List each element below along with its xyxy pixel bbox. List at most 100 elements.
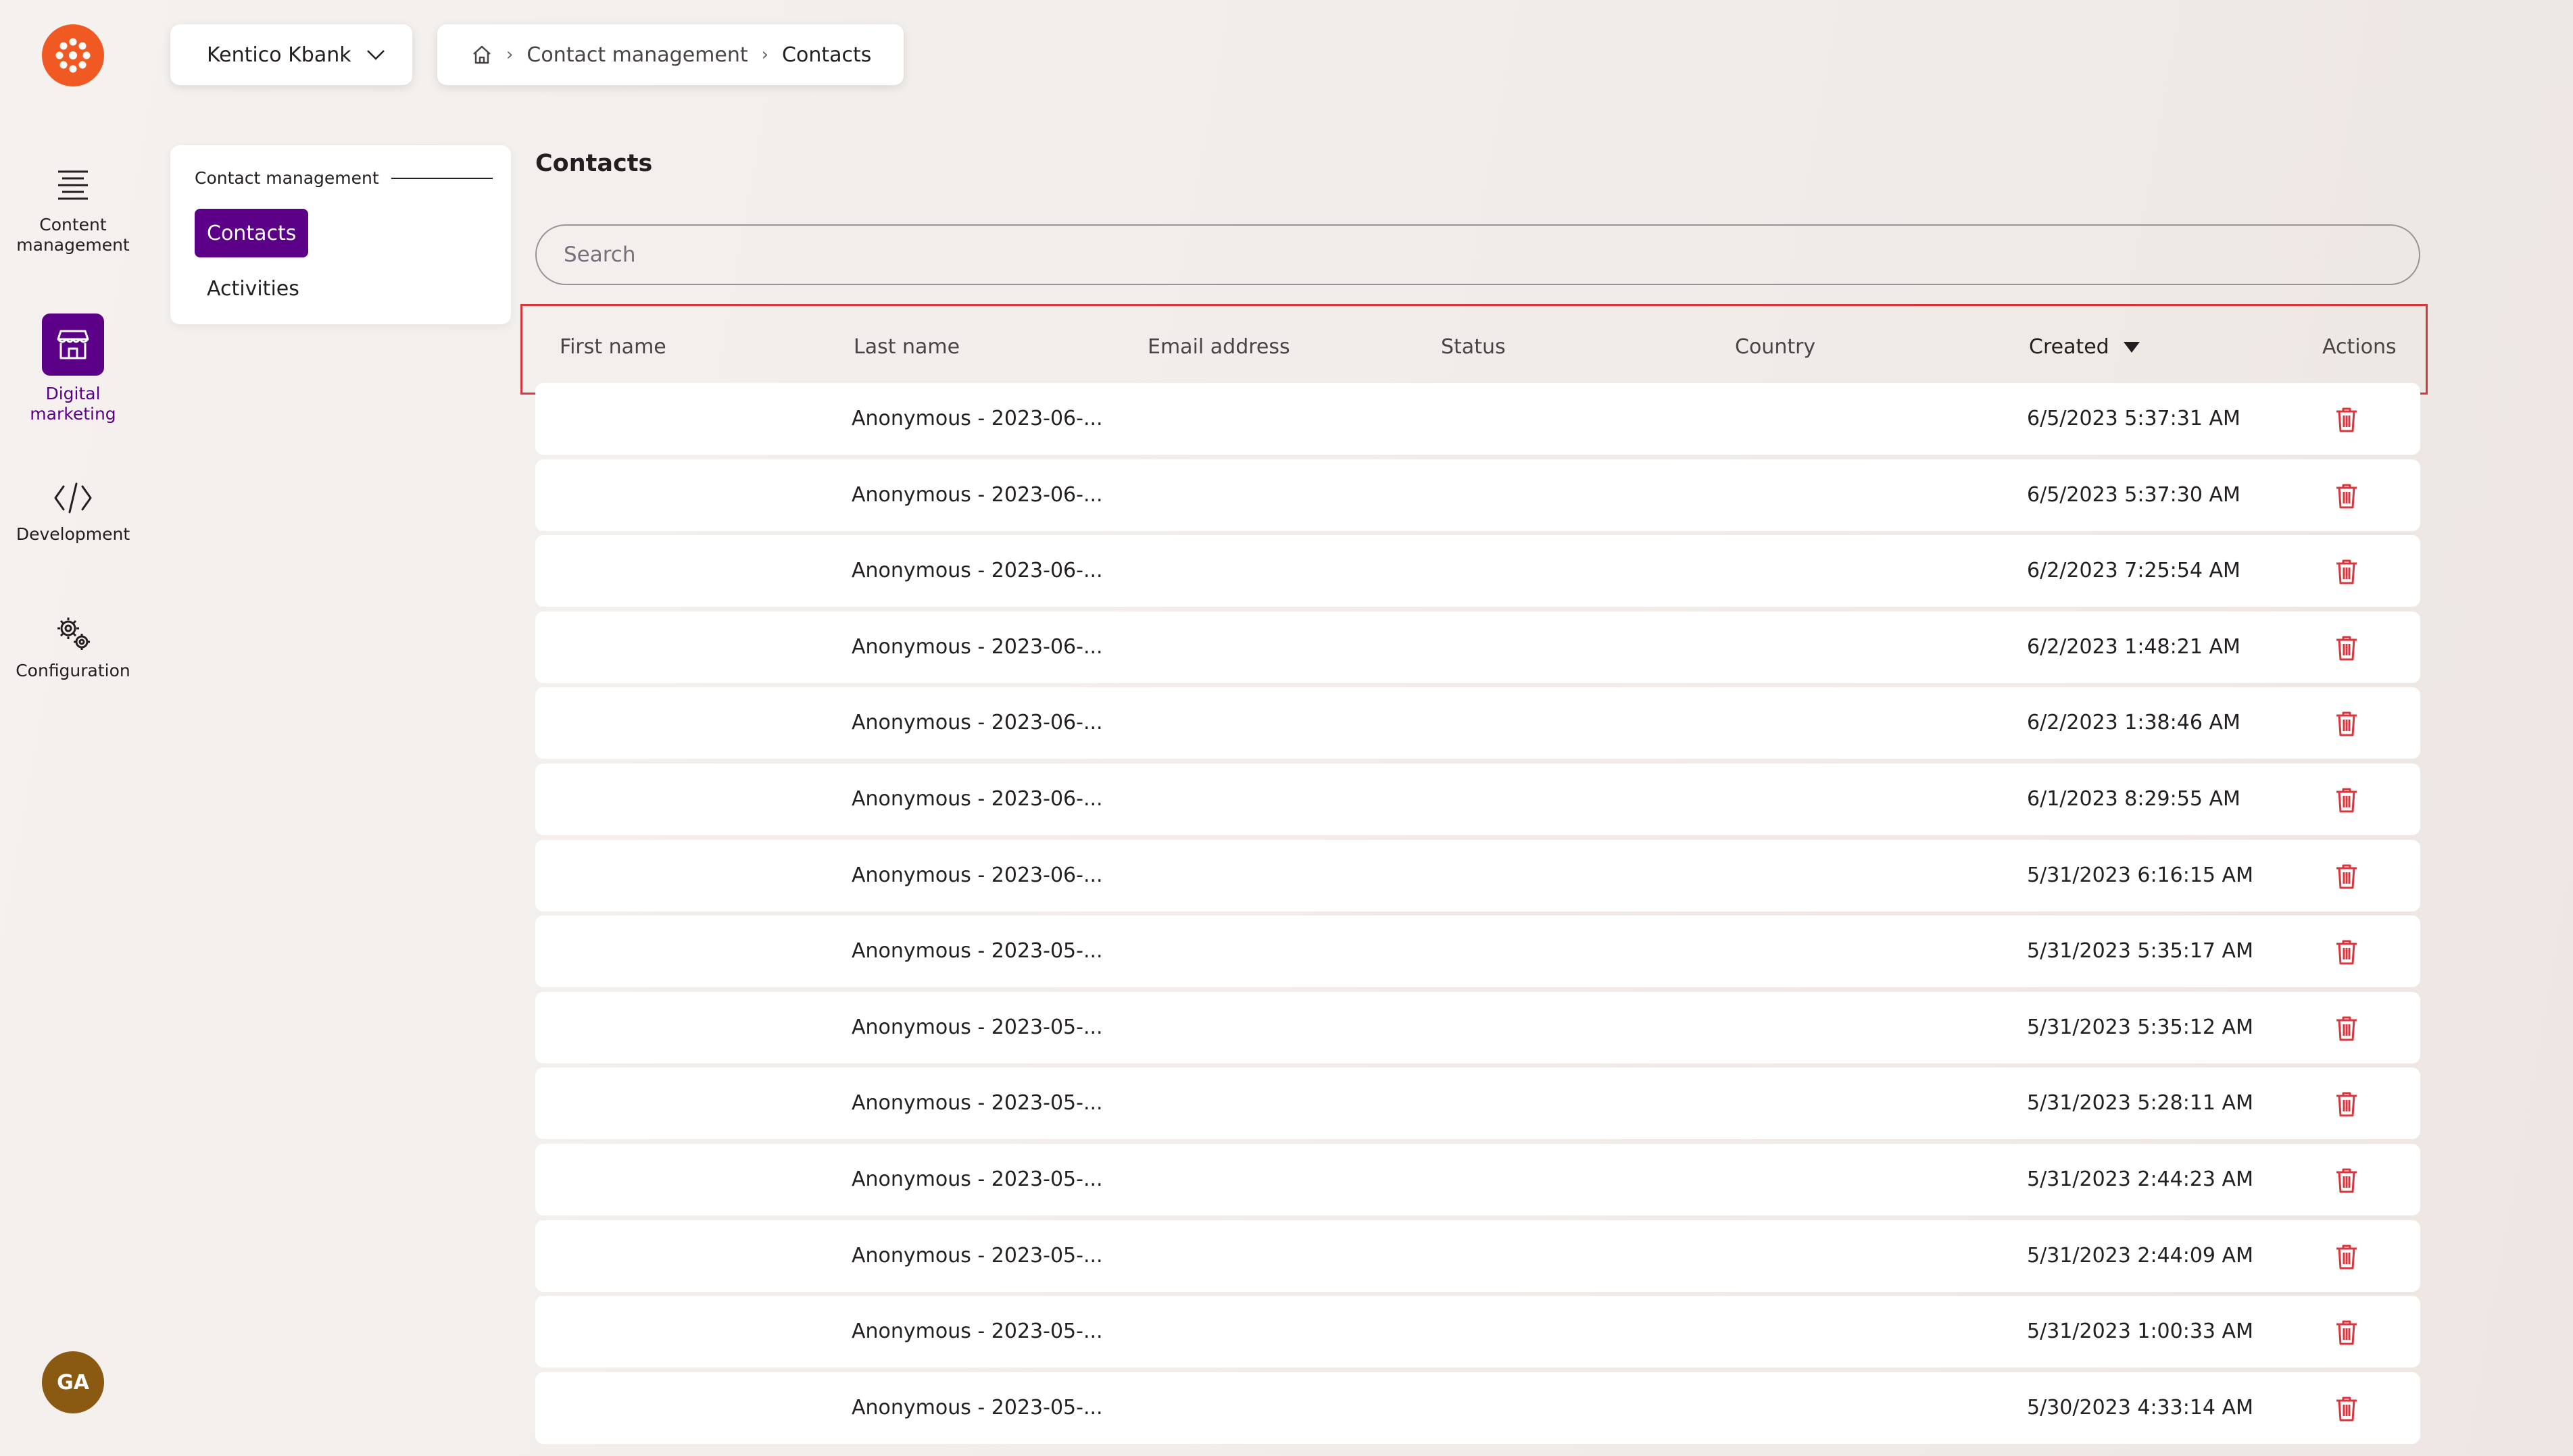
table-row[interactable]: Anonymous - 2023-06-... 6/2/2023 7:25:54 … bbox=[535, 535, 2420, 607]
rail-item-content-management[interactable]: Content management bbox=[0, 168, 146, 255]
breadcrumb-item-contact-management[interactable]: Contact management bbox=[526, 43, 748, 67]
table-row[interactable]: Anonymous - 2023-05-... 5/31/2023 5:28:11… bbox=[535, 1068, 2420, 1140]
sort-descending-icon bbox=[2123, 341, 2140, 353]
cell-created: 5/31/2023 2:44:09 AM bbox=[2027, 1243, 2253, 1267]
cell-last-name: Anonymous - 2023-05-... bbox=[852, 1395, 1103, 1420]
rail-item-label: Digital bbox=[45, 384, 101, 403]
breadcrumb: › Contact management › Contacts bbox=[437, 24, 904, 85]
rail-item-label: Development bbox=[16, 524, 130, 544]
cell-created: 6/2/2023 1:38:46 AM bbox=[2027, 711, 2240, 735]
delete-icon[interactable] bbox=[2334, 482, 2359, 509]
rail-item-configuration[interactable]: Configuration bbox=[0, 615, 146, 681]
cell-created: 5/31/2023 1:00:33 AM bbox=[2027, 1320, 2253, 1344]
table-row[interactable]: Anonymous - 2023-06-... 5/31/2023 6:16:15… bbox=[535, 839, 2420, 911]
section-menu: Contact management Contacts Activities bbox=[170, 145, 511, 324]
cell-last-name: Anonymous - 2023-06-... bbox=[852, 407, 1103, 430]
rail-item-label: marketing bbox=[30, 404, 116, 424]
page-title: Contacts bbox=[535, 150, 653, 177]
cell-created: 6/5/2023 5:37:31 AM bbox=[2027, 407, 2240, 430]
cell-last-name: Anonymous - 2023-05-... bbox=[852, 1168, 1103, 1191]
cell-last-name: Anonymous - 2023-06-... bbox=[852, 863, 1103, 887]
cell-created: 6/2/2023 1:48:21 AM bbox=[2027, 634, 2240, 659]
table-row[interactable]: Anonymous - 2023-05-... 5/31/2023 1:00:33… bbox=[535, 1296, 2420, 1368]
table-column-header: First name Last name Email address Statu… bbox=[520, 304, 2428, 395]
cell-last-name: Anonymous - 2023-05-... bbox=[852, 1015, 1103, 1039]
column-header-first-name[interactable]: First name bbox=[560, 335, 666, 359]
table-row[interactable]: Anonymous - 2023-06-... 6/2/2023 1:38:46 … bbox=[535, 687, 2420, 759]
table-row[interactable]: Anonymous - 2023-05-... 5/31/2023 5:35:12… bbox=[535, 991, 2420, 1063]
column-header-status[interactable]: Status bbox=[1441, 335, 1506, 359]
delete-icon[interactable] bbox=[2334, 1319, 2359, 1346]
delete-icon[interactable] bbox=[2334, 863, 2359, 890]
column-header-actions: Actions bbox=[2322, 335, 2397, 359]
delete-icon[interactable] bbox=[2334, 710, 2359, 737]
breadcrumb-item-contacts: Contacts bbox=[782, 43, 872, 67]
store-icon bbox=[42, 313, 104, 376]
cell-created: 6/5/2023 5:37:30 AM bbox=[2027, 482, 2240, 507]
search-input[interactable] bbox=[535, 224, 2420, 285]
table-row[interactable]: Anonymous - 2023-06-... 6/1/2023 8:29:55 … bbox=[535, 763, 2420, 835]
column-header-last-name[interactable]: Last name bbox=[854, 335, 960, 359]
rail-item-label: Configuration bbox=[16, 661, 130, 680]
cell-created: 5/31/2023 5:35:17 AM bbox=[2027, 939, 2253, 963]
table-row[interactable]: Anonymous - 2023-06-... 6/5/2023 5:37:30 … bbox=[535, 459, 2420, 531]
cell-created: 5/31/2023 5:35:12 AM bbox=[2027, 1015, 2253, 1039]
rail-item-label: management bbox=[16, 235, 130, 255]
cell-last-name: Anonymous - 2023-06-... bbox=[852, 711, 1103, 735]
table-row[interactable]: Anonymous - 2023-05-... 5/31/2023 5:35:17… bbox=[535, 915, 2420, 988]
content-icon bbox=[58, 170, 88, 200]
cell-last-name: Anonymous - 2023-05-... bbox=[852, 1320, 1103, 1344]
menu-item-activities[interactable]: Activities bbox=[195, 264, 312, 313]
delete-icon[interactable] bbox=[2334, 938, 2359, 965]
kentico-logo-icon[interactable] bbox=[42, 24, 104, 86]
section-menu-heading-label: Contact management bbox=[195, 168, 379, 188]
delete-icon[interactable] bbox=[2334, 1015, 2359, 1042]
cell-created: 5/31/2023 2:44:23 AM bbox=[2027, 1168, 2253, 1191]
table-row[interactable]: Anonymous - 2023-06-... 6/2/2023 1:48:21 … bbox=[535, 611, 2420, 683]
column-header-country[interactable]: Country bbox=[1735, 335, 1815, 359]
delete-icon[interactable] bbox=[2334, 634, 2359, 661]
divider bbox=[391, 177, 493, 179]
chevron-right-icon: › bbox=[761, 45, 769, 65]
delete-icon[interactable] bbox=[2334, 406, 2359, 433]
column-header-created[interactable]: Created bbox=[2029, 335, 2140, 359]
delete-icon[interactable] bbox=[2334, 1090, 2359, 1118]
delete-icon[interactable] bbox=[2334, 786, 2359, 813]
cell-last-name: Anonymous - 2023-06-... bbox=[852, 559, 1103, 583]
user-avatar[interactable]: GA bbox=[42, 1351, 104, 1413]
gears-icon bbox=[57, 618, 90, 650]
cell-created: 5/30/2023 4:33:14 AM bbox=[2027, 1395, 2253, 1420]
delete-icon[interactable] bbox=[2334, 1167, 2359, 1194]
cell-last-name: Anonymous - 2023-06-... bbox=[852, 787, 1103, 811]
cell-last-name: Anonymous - 2023-05-... bbox=[852, 1243, 1103, 1267]
cell-created: 6/2/2023 7:25:54 AM bbox=[2027, 559, 2240, 583]
delete-icon[interactable] bbox=[2334, 1243, 2359, 1270]
cell-last-name: Anonymous - 2023-06-... bbox=[852, 634, 1103, 659]
rail-item-label: Content bbox=[39, 215, 107, 234]
site-name: Kentico Kbank bbox=[207, 43, 351, 67]
cell-created: 5/31/2023 6:16:15 AM bbox=[2027, 863, 2253, 887]
column-header-email-address[interactable]: Email address bbox=[1148, 335, 1290, 359]
table-row[interactable]: Anonymous - 2023-05-... 5/30/2023 4:33:14… bbox=[535, 1372, 2420, 1444]
cell-last-name: Anonymous - 2023-06-... bbox=[852, 482, 1103, 507]
site-selector[interactable]: Kentico Kbank bbox=[170, 24, 412, 85]
column-header-created-label: Created bbox=[2029, 335, 2109, 359]
chevron-right-icon: › bbox=[506, 45, 514, 65]
delete-icon[interactable] bbox=[2334, 558, 2359, 585]
cell-created: 5/31/2023 5:28:11 AM bbox=[2027, 1091, 2253, 1115]
table-row[interactable]: Anonymous - 2023-05-... 5/31/2023 2:44:09… bbox=[535, 1220, 2420, 1292]
rail-item-development[interactable]: Development bbox=[0, 481, 146, 545]
menu-item-contacts[interactable]: Contacts bbox=[195, 209, 309, 257]
cell-last-name: Anonymous - 2023-05-... bbox=[852, 939, 1103, 963]
rail-item-digital-marketing[interactable]: Digital marketing bbox=[0, 313, 146, 424]
section-menu-heading: Contact management bbox=[195, 168, 493, 188]
home-icon[interactable] bbox=[471, 44, 493, 66]
left-navigation-rail: Content management Digital marketing Dev… bbox=[0, 0, 146, 1456]
cell-created: 6/1/2023 8:29:55 AM bbox=[2027, 787, 2240, 811]
table-row[interactable]: Anonymous - 2023-06-... 6/5/2023 5:37:31 … bbox=[535, 383, 2420, 455]
table-row[interactable]: Anonymous - 2023-05-... 5/31/2023 2:44:23… bbox=[535, 1144, 2420, 1215]
cell-last-name: Anonymous - 2023-05-... bbox=[852, 1091, 1103, 1115]
delete-icon[interactable] bbox=[2334, 1395, 2359, 1422]
chevron-down-icon bbox=[366, 50, 385, 60]
code-icon bbox=[54, 482, 92, 513]
